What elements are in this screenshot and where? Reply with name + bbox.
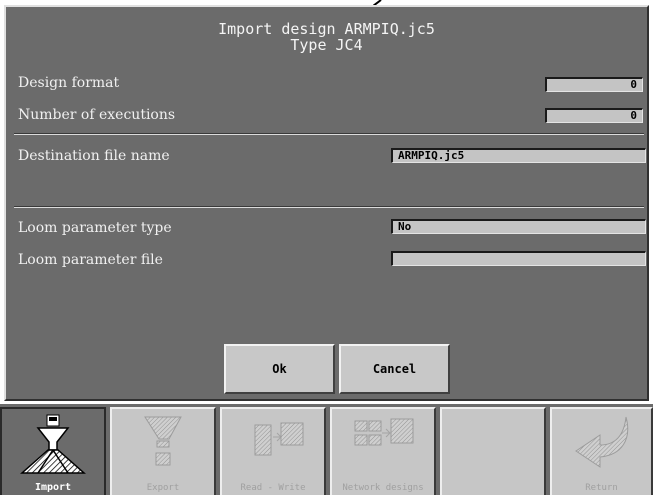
loom-parameter-type-field[interactable]: No (391, 219, 646, 234)
design-format-label: Design format (18, 75, 120, 91)
separator (14, 133, 644, 135)
ok-button[interactable]: Ok (224, 344, 335, 394)
destination-file-name-label: Destination file name (18, 148, 170, 164)
toolbar-return-button[interactable]: Return (550, 407, 653, 495)
import-design-dialog: Import design ARMPIQ.jc5 Type JC4 Design… (4, 5, 649, 401)
loom-parameter-file-field[interactable] (391, 251, 646, 266)
number-of-executions-label: Number of executions (18, 107, 176, 123)
return-arrow-icon (574, 416, 628, 468)
bottom-toolbar: Import Export Read - Write Network desig… (0, 404, 653, 495)
loom-parameter-file-label: Loom parameter file (18, 252, 163, 268)
read-write-icon (254, 422, 304, 456)
loom-parameter-type-label: Loom parameter type (18, 220, 172, 236)
toolbar-network-designs-button[interactable]: Network designs (330, 407, 436, 495)
number-of-executions-field[interactable]: 0 (545, 108, 643, 123)
dialog-title: Import design ARMPIQ.jc5 Type JC4 (6, 21, 647, 53)
separator (14, 206, 644, 208)
toolbar-import-button[interactable]: Import (0, 407, 106, 495)
export-icon (144, 416, 182, 466)
design-format-field[interactable]: 0 (545, 77, 643, 92)
toolbar-export-button[interactable]: Export (110, 407, 216, 495)
toolbar-network-designs-label: Network designs (342, 483, 424, 493)
toolbar-empty-slot (440, 407, 546, 495)
destination-file-name-field[interactable]: ARMPIQ.jc5 (391, 148, 646, 163)
network-designs-icon (354, 418, 414, 446)
toolbar-read-write-button[interactable]: Read - Write (220, 407, 326, 495)
toolbar-read-write-label: Read - Write (240, 483, 306, 493)
toolbar-import-label: Import (34, 482, 72, 493)
import-icon (20, 414, 86, 474)
dialog-title-line1: Import design ARMPIQ.jc5 (218, 20, 435, 38)
toolbar-export-label: Export (146, 483, 180, 493)
cancel-button[interactable]: Cancel (339, 344, 450, 394)
toolbar-return-label: Return (585, 483, 618, 493)
dialog-title-line2: Type JC4 (290, 36, 363, 54)
